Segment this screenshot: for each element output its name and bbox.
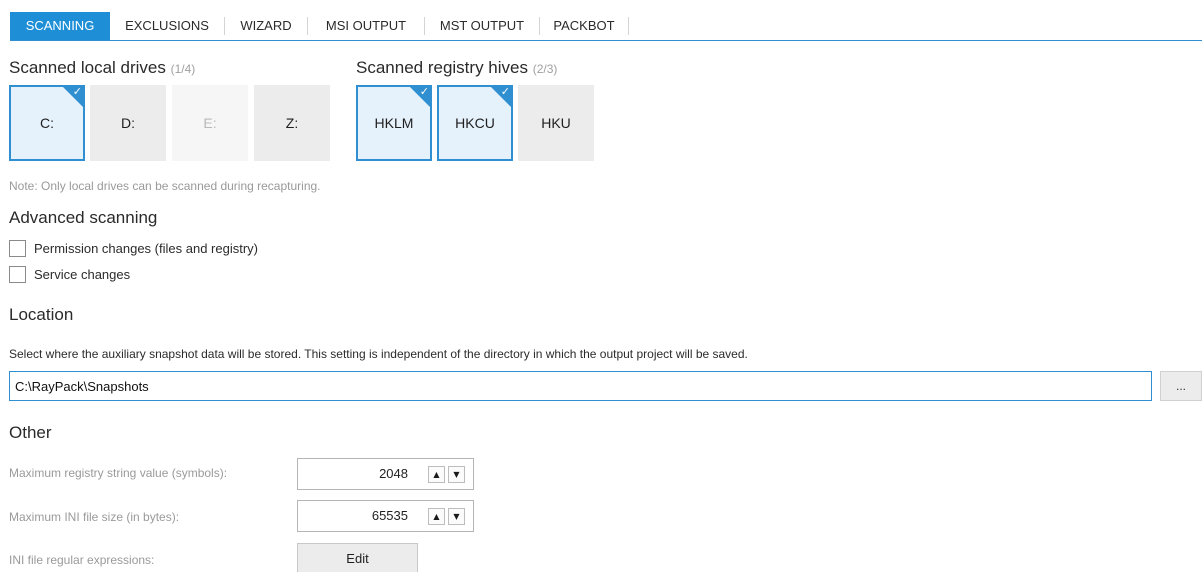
decrement-icon[interactable]: ▼ xyxy=(448,508,465,525)
max-registry-stepper[interactable]: 2048 ▲ ▼ xyxy=(297,458,474,490)
advanced-heading: Advanced scanning xyxy=(9,208,158,227)
location-description: Select where the auxiliary snapshot data… xyxy=(9,347,748,361)
hive-tile-hklm[interactable]: HKLM ✓ xyxy=(356,85,432,161)
max-registry-label: Maximum registry string value (symbols): xyxy=(9,466,228,480)
max-ini-stepper[interactable]: 65535 ▲ ▼ xyxy=(297,500,474,532)
drive-tile-c[interactable]: C: ✓ xyxy=(9,85,85,161)
location-heading: Location xyxy=(9,305,74,324)
drives-note: Note: Only local drives can be scanned d… xyxy=(9,179,321,193)
other-heading: Other xyxy=(9,423,52,442)
max-ini-label: Maximum INI file size (in bytes): xyxy=(9,510,180,524)
hives-heading: Scanned registry hives (2/3) xyxy=(356,58,557,78)
max-ini-value[interactable]: 65535 xyxy=(372,501,408,531)
hive-tile-hkcu[interactable]: HKCU ✓ xyxy=(437,85,513,161)
browse-button[interactable]: ... xyxy=(1160,371,1202,401)
service-changes-option[interactable]: Service changes xyxy=(9,266,130,283)
tab-mst-output[interactable]: MST OUTPUT xyxy=(425,12,539,40)
hive-label: HKLM xyxy=(374,115,414,131)
drive-label: E: xyxy=(203,115,217,131)
service-changes-label: Service changes xyxy=(34,267,131,282)
drive-label: C: xyxy=(40,115,54,131)
permission-changes-option[interactable]: Permission changes (files and registry) xyxy=(9,240,258,257)
drive-tile-d[interactable]: D: xyxy=(90,85,166,161)
snapshot-path-input[interactable] xyxy=(9,371,1152,401)
max-registry-value[interactable]: 2048 xyxy=(379,459,408,489)
check-icon: ✓ xyxy=(500,85,510,98)
permission-changes-label: Permission changes (files and registry) xyxy=(34,241,258,256)
increment-icon[interactable]: ▲ xyxy=(428,508,445,525)
tab-bar: SCANNING EXCLUSIONS WIZARD MSI OUTPUT MS… xyxy=(10,12,1202,41)
drives-count: (1/4) xyxy=(170,62,196,76)
service-changes-checkbox[interactable] xyxy=(9,266,26,283)
tab-exclusions[interactable]: EXCLUSIONS xyxy=(110,12,224,40)
hive-label: HKU xyxy=(541,115,571,131)
tab-packbot[interactable]: PACKBOT xyxy=(540,12,628,40)
drives-heading: Scanned local drives (1/4) xyxy=(9,58,195,78)
tab-scanning[interactable]: SCANNING xyxy=(10,12,110,40)
drives-title: Scanned local drives xyxy=(9,58,166,77)
hive-label: HKCU xyxy=(455,115,495,131)
drive-label: D: xyxy=(121,115,135,131)
decrement-icon[interactable]: ▼ xyxy=(448,466,465,483)
tab-wizard[interactable]: WIZARD xyxy=(225,12,307,40)
drive-label: Z: xyxy=(285,115,299,131)
drive-tile-e: E: xyxy=(172,85,248,161)
permission-changes-checkbox[interactable] xyxy=(9,240,26,257)
check-icon: ✓ xyxy=(419,85,429,98)
hives-count: (2/3) xyxy=(532,62,558,76)
tab-divider xyxy=(628,17,629,35)
tab-msi-output[interactable]: MSI OUTPUT xyxy=(308,12,424,40)
drive-tile-z[interactable]: Z: xyxy=(254,85,330,161)
regex-label: INI file regular expressions: xyxy=(9,553,155,567)
hive-tile-hku[interactable]: HKU xyxy=(518,85,594,161)
check-icon: ✓ xyxy=(72,85,82,98)
edit-regex-button[interactable]: Edit xyxy=(297,543,418,572)
increment-icon[interactable]: ▲ xyxy=(428,466,445,483)
hives-title: Scanned registry hives xyxy=(356,58,528,77)
